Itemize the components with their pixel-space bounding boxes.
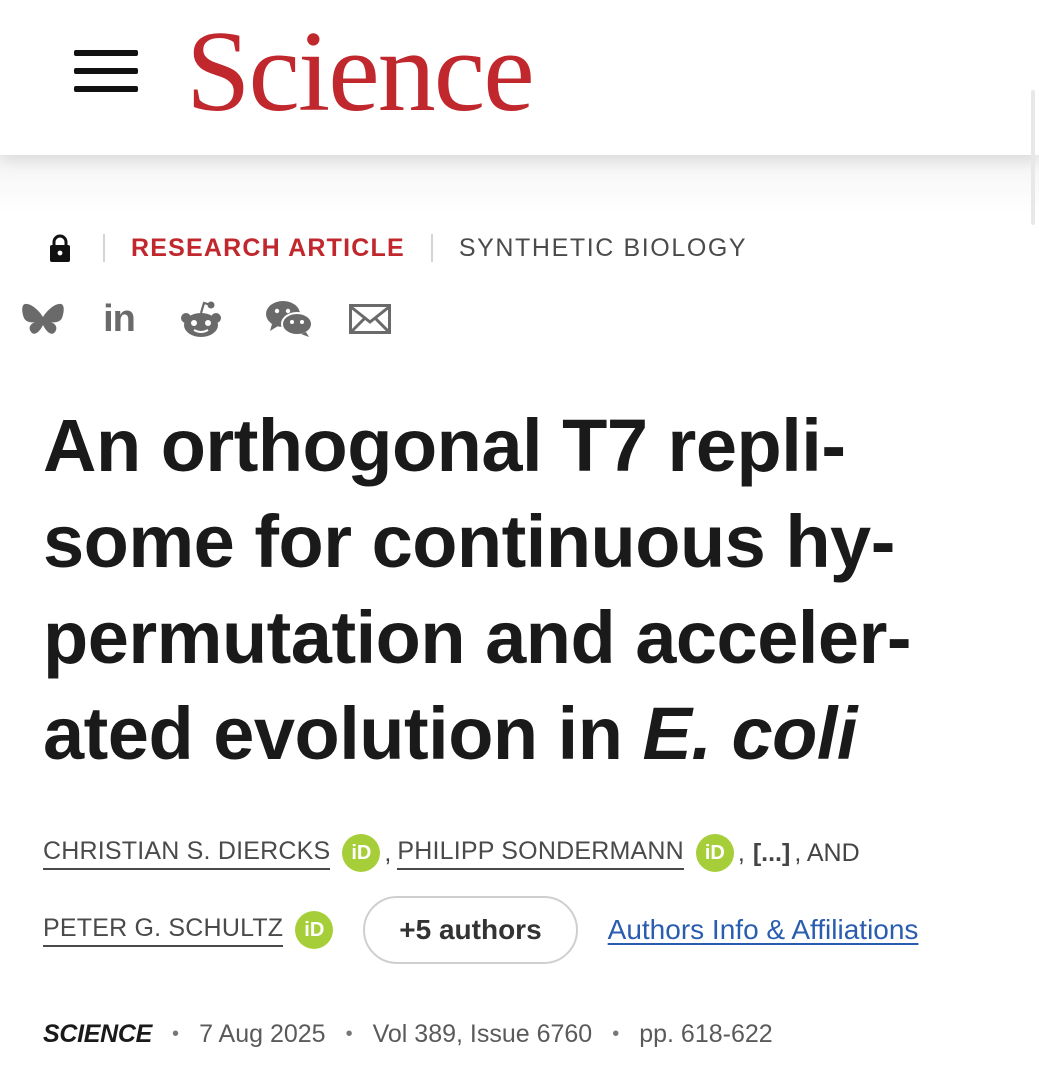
top-bar: Science	[0, 0, 1039, 225]
authors-ellipsis[interactable]: [...]	[753, 839, 791, 868]
article-title: An orthogonal T7 repli- some for continu…	[43, 398, 1023, 782]
author-link[interactable]: CHRISTIAN S. DIERCKS	[43, 837, 331, 870]
citation-line: SCIENCE • 7 Aug 2025 • Vol 389, Issue 67…	[43, 1020, 773, 1049]
author-link[interactable]: PHILIPP SONDERMANN	[397, 837, 684, 870]
orcid-icon[interactable]: iD	[295, 911, 334, 949]
article-meta-row: RESEARCH ARTICLE SYNTHETIC BIOLOGY	[49, 230, 747, 266]
authors-affiliations-link[interactable]: Authors Info & Affiliations	[608, 914, 919, 946]
bullet-separator: •	[172, 1023, 180, 1045]
lock-icon	[50, 234, 70, 262]
orcid-icon[interactable]: iD	[342, 834, 381, 872]
author-row: PETER G. SCHULTZ iD +5 authors Authors I…	[43, 896, 919, 964]
title-line: some for continuous hy-	[43, 500, 895, 583]
bullet-separator: •	[612, 1023, 620, 1045]
share-icons-row: in	[20, 296, 392, 342]
wechat-icon[interactable]	[264, 296, 314, 342]
hamburger-menu-icon[interactable]	[74, 50, 138, 94]
bullet-separator: •	[345, 1023, 353, 1045]
page-range: pp. 618-622	[639, 1020, 773, 1048]
reddit-icon[interactable]	[178, 296, 224, 342]
title-line-text: ated evolution in	[43, 692, 643, 775]
publication-date: 7 Aug 2025	[199, 1020, 326, 1048]
scrollbar[interactable]	[1031, 90, 1035, 225]
header-shadow	[0, 155, 1039, 215]
bluesky-icon[interactable]	[20, 296, 66, 342]
title-italic-species: E. coli	[642, 692, 857, 775]
linkedin-glyph: in	[103, 297, 136, 340]
divider	[430, 234, 433, 262]
title-line: permutation and acceler-	[43, 596, 912, 679]
author-list: CHRISTIAN S. DIERCKS iD , PHILIPP SONDER…	[43, 828, 919, 964]
title-line: ated evolution in E. coli	[43, 686, 1023, 782]
menu-bar-line	[74, 68, 138, 74]
email-icon[interactable]	[348, 296, 392, 342]
and-separator: , AND	[794, 838, 860, 867]
orcid-icon[interactable]: iD	[695, 834, 734, 872]
more-authors-button[interactable]: +5 authors	[363, 896, 578, 964]
title-line: An orthogonal T7 repli-	[43, 404, 846, 487]
linkedin-icon[interactable]: in	[96, 296, 142, 342]
article-topic-label[interactable]: SYNTHETIC BIOLOGY	[459, 234, 747, 263]
menu-bar-line	[74, 86, 138, 92]
volume-issue[interactable]: Vol 389, Issue 6760	[373, 1020, 593, 1049]
author-row: CHRISTIAN S. DIERCKS iD , PHILIPP SONDER…	[43, 828, 918, 878]
menu-bar-line	[74, 50, 138, 56]
comma-separator: ,	[384, 838, 392, 867]
divider	[103, 234, 105, 262]
journal-name[interactable]: SCIENCE	[43, 1020, 152, 1049]
article-type-label[interactable]: RESEARCH ARTICLE	[131, 234, 405, 263]
science-logo[interactable]: Science	[186, 14, 535, 130]
author-link[interactable]: PETER G. SCHULTZ	[43, 914, 284, 947]
comma-separator: ,	[737, 838, 745, 867]
